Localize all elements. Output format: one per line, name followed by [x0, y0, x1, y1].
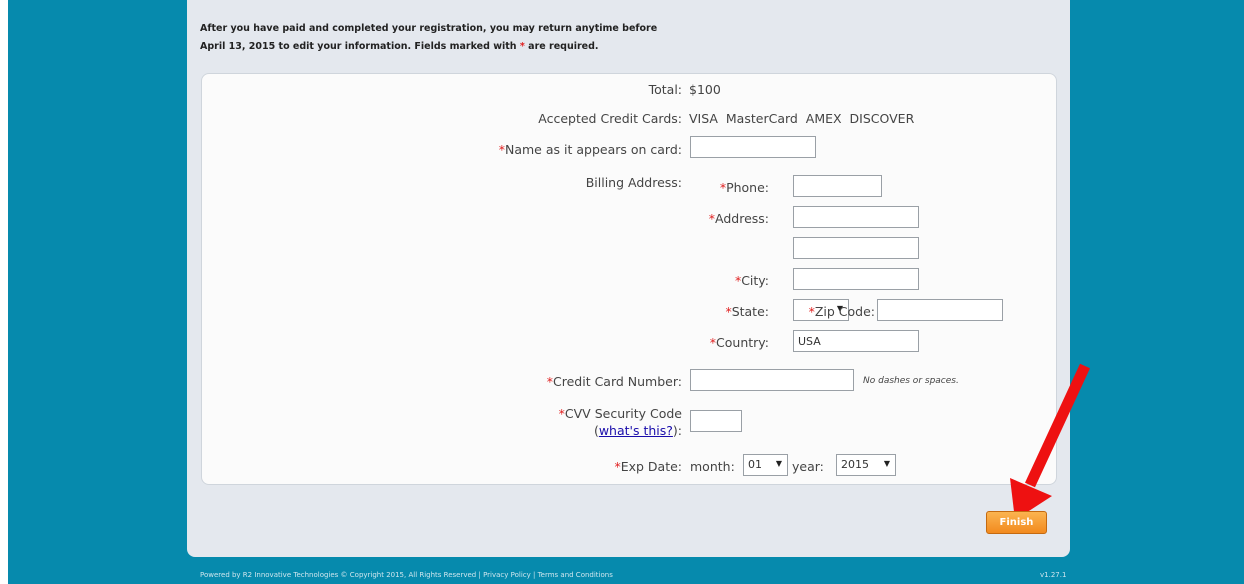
version-label: v1.27.1 [1040, 571, 1067, 579]
total-label: Total: [648, 82, 682, 97]
city-label-text: City: [741, 273, 769, 288]
total-value: $100 [689, 82, 721, 97]
left-border-strip [0, 0, 8, 584]
country-input[interactable] [793, 330, 919, 352]
country-label-text: Country: [716, 335, 769, 350]
footer-text: Powered by R2 Innovative Technologies © … [200, 571, 613, 579]
exp-date-label: *Exp Date: [614, 459, 682, 474]
address-line-2-input[interactable] [793, 237, 919, 259]
year-select-value: 2015 [841, 458, 869, 471]
cvv-help: (what's this?): [594, 423, 682, 438]
dropdown-arrow-icon: ▼ [883, 459, 890, 468]
zip-code-label: *Zip Code: [809, 304, 875, 319]
month-label: month: [690, 459, 735, 474]
intro-line-2-start: April 13, 2015 to edit your information.… [200, 41, 520, 52]
accepted-cards-label: Accepted Credit Cards: [538, 111, 682, 126]
finish-button[interactable]: Finish [986, 511, 1047, 534]
name-on-card-label: *Name as it appears on card: [499, 142, 682, 157]
exp-date-label-text: Exp Date: [620, 459, 682, 474]
city-input[interactable] [793, 268, 919, 290]
intro-line-1: After you have paid and completed your r… [200, 23, 658, 34]
intro-line-2: April 13, 2015 to edit your information.… [200, 38, 657, 56]
address-label-text: Address: [715, 211, 769, 226]
arrow-shaft [1025, 363, 1090, 488]
year-select[interactable]: 2015 ▼ [836, 454, 896, 476]
credit-card-number-label-text: Credit Card Number: [553, 374, 682, 389]
intro-line-2-end: are required. [524, 41, 599, 52]
name-on-card-input[interactable] [690, 136, 816, 158]
address-line-1-input[interactable] [793, 206, 919, 228]
phone-input[interactable] [793, 175, 882, 197]
dropdown-arrow-icon: ▼ [775, 459, 782, 468]
red-arrow-annotation-icon [1010, 363, 1090, 520]
credit-card-number-input[interactable] [690, 369, 854, 391]
month-select[interactable]: 01 ▼ [743, 454, 788, 476]
address-label: *Address: [709, 211, 769, 226]
city-label: *City: [735, 273, 769, 288]
country-label: *Country: [710, 335, 769, 350]
state-label: *State: [725, 304, 769, 319]
cvv-label: *CVV Security Code [559, 406, 682, 421]
name-on-card-label-text: Name as it appears on card: [505, 142, 682, 157]
credit-card-hint: No dashes or spaces. [863, 376, 959, 386]
year-label: year: [792, 459, 824, 474]
credit-card-number-label: *Credit Card Number: [547, 374, 682, 389]
billing-address-label: Billing Address: [585, 175, 682, 190]
cvv-help-close: ): [672, 423, 682, 438]
registration-panel: After you have paid and completed your r… [187, 0, 1070, 557]
whats-this-link[interactable]: what's this? [599, 423, 673, 438]
state-label-text: State: [731, 304, 769, 319]
payment-form-card: Total: $100 Accepted Credit Cards: VISA … [201, 73, 1057, 485]
zip-code-input[interactable] [877, 299, 1003, 321]
accepted-cards-value: VISA MasterCard AMEX DISCOVER [689, 111, 915, 126]
cvv-input[interactable] [690, 410, 742, 432]
intro-text: After you have paid and completed your r… [200, 20, 657, 56]
month-select-value: 01 [748, 458, 762, 471]
phone-label-text: Phone: [726, 180, 769, 195]
cvv-label-text: CVV Security Code [564, 406, 682, 421]
zip-code-label-text: Zip Code: [814, 304, 875, 319]
phone-label: *Phone: [720, 180, 769, 195]
